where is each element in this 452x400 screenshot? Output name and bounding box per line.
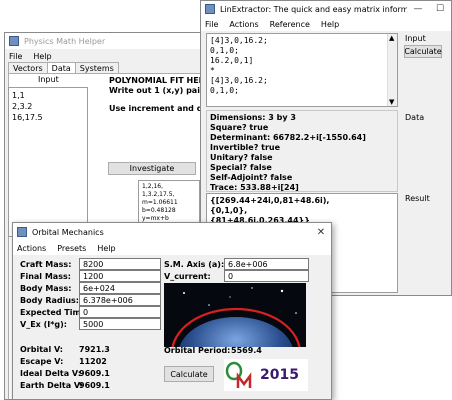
matrix-input-textarea[interactable]: [4]3,0,16.2; 0,1,0; 16.2,0,1] * [4]3,0,1… [206, 33, 398, 107]
menu-actions[interactable]: Actions [17, 244, 46, 253]
physics-input-textarea[interactable]: 1,1 2,3.2 16,17.5 [8, 87, 88, 237]
escape-v-value: 11202 [79, 357, 107, 366]
result-label: Result [405, 194, 430, 203]
menu-actions[interactable]: Actions [229, 20, 258, 29]
ideal-delta-label: Ideal Delta V: [20, 369, 81, 378]
v-ex-field[interactable]: 5000 [79, 318, 161, 330]
app-icon [9, 36, 19, 46]
app-icon [17, 227, 27, 237]
orbital-period-value: 5569.4 [231, 346, 262, 355]
physics-title-bar[interactable]: Physics Math Helper [5, 33, 218, 49]
om-logo-icon [225, 361, 252, 388]
sm-axis-label: S.M. Axis (a): [164, 260, 225, 269]
orbital-v-value: 7921.3 [79, 345, 110, 354]
menu-file[interactable]: File [9, 52, 22, 61]
craft-mass-label: Craft Mass: [20, 260, 72, 269]
menu-file[interactable]: File [205, 20, 218, 29]
orbital-v-label: Orbital V: [20, 345, 63, 354]
maximize-icon[interactable]: ☐ [429, 1, 451, 17]
logo-year: 2015 [260, 367, 299, 383]
body-radius-label: Body Radius: [20, 296, 80, 305]
craft-mass-field[interactable]: 8200 [79, 258, 161, 270]
input-scrollbar[interactable]: ▲ ▼ [387, 34, 397, 106]
scroll-down-icon[interactable]: ▼ [389, 98, 394, 106]
linextractor-title-bar[interactable]: LinExtractor: The quick and easy matrix … [201, 1, 451, 17]
menu-reference[interactable]: Reference [270, 20, 310, 29]
menu-help[interactable]: Help [97, 244, 115, 253]
physics-window-title: Physics Math Helper [24, 36, 106, 46]
expected-time-field[interactable]: 0 [79, 306, 161, 318]
input-label: Input [38, 75, 59, 84]
v-current-field[interactable]: 0 [224, 270, 309, 282]
investigate-button[interactable]: Investigate [108, 162, 196, 175]
earth-delta-label: Earth Delta V: [20, 381, 83, 390]
logo: 2015 [224, 359, 308, 391]
input-label: Input [405, 34, 426, 43]
v-current-label: V_current: [164, 272, 211, 281]
linextractor-window-title: LinExtractor: The quick and easy matrix … [220, 4, 407, 14]
calculate-button[interactable]: Calculate [164, 366, 214, 382]
minimize-icon[interactable]: — [407, 1, 429, 17]
body-radius-field[interactable]: 6.378e+006 [79, 294, 161, 306]
calculate-button[interactable]: Calculate [404, 45, 442, 58]
physics-menu-bar: File Help [5, 49, 218, 63]
orbital-window-title: Orbital Mechanics [32, 227, 104, 237]
final-mass-label: Final Mass: [20, 272, 71, 281]
app-icon [205, 4, 215, 14]
final-mass-field[interactable]: 1200 [79, 270, 161, 282]
menu-help[interactable]: Help [321, 20, 339, 29]
close-icon[interactable]: ✕ [311, 224, 331, 240]
orbital-period-label: Orbital Period: [164, 346, 231, 355]
scroll-up-icon[interactable]: ▲ [389, 34, 394, 42]
orbit-illustration [164, 283, 306, 347]
window-controls: ✕ [311, 224, 331, 240]
menu-presets[interactable]: Presets [57, 244, 86, 253]
orbital-menu-bar: Actions Presets Help [13, 241, 331, 255]
ideal-delta-value: 9609.1 [79, 369, 110, 378]
orbital-title-bar[interactable]: Orbital Mechanics ✕ [13, 223, 331, 241]
earth-delta-value: 9609.1 [79, 381, 110, 390]
orbital-mechanics-window: Orbital Mechanics ✕ Actions Presets Help… [12, 222, 332, 400]
linextractor-menu-bar: File Actions Reference Help [201, 17, 451, 31]
menu-help[interactable]: Help [33, 52, 51, 61]
v-ex-label: V_Ex (I*g): [20, 320, 67, 329]
escape-v-label: Escape V: [20, 357, 64, 366]
body-mass-field[interactable]: 6e+024 [79, 282, 161, 294]
window-controls: — ☐ [407, 1, 451, 17]
data-output: Dimensions: 3 by 3 Square? true Determin… [206, 110, 398, 192]
body-mass-label: Body Mass: [20, 284, 72, 293]
data-label: Data [405, 113, 425, 122]
sm-axis-field[interactable]: 6.8e+006 [224, 258, 309, 270]
